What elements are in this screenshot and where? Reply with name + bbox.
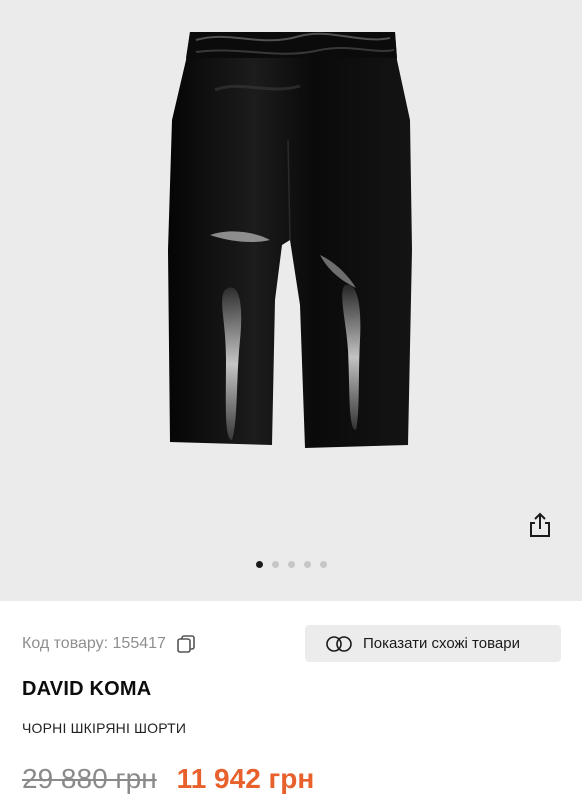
show-similar-label: Показати схожі товари [363, 635, 520, 652]
similar-icon [325, 635, 353, 653]
gallery-dot[interactable] [271, 561, 279, 568]
gallery-dot[interactable] [319, 561, 327, 568]
brand-name[interactable]: DAVID KOMA [22, 678, 151, 701]
copy-button[interactable] [176, 633, 198, 655]
sku-row: Код товару: 155417 [22, 632, 198, 656]
copy-icon [177, 635, 195, 653]
old-price: 29 880 грн [22, 763, 157, 794]
gallery-dot[interactable] [255, 561, 263, 568]
sku-label: Код товару: 155417 [22, 635, 166, 652]
gallery-dot[interactable] [287, 561, 295, 568]
product-gallery[interactable] [0, 0, 582, 601]
share-button[interactable] [523, 508, 557, 542]
share-icon [530, 512, 550, 537]
sale-price: 11 942 грн [176, 763, 315, 794]
gallery-pagination [0, 561, 582, 569]
price-block: 29 880 грн 11 942 грн [22, 763, 314, 795]
product-name: ЧОРНІ ШКІРЯНІ ШОРТИ [22, 720, 187, 736]
show-similar-button[interactable]: Показати схожі товари [305, 625, 561, 662]
product-image[interactable] [0, 0, 582, 601]
gallery-dot[interactable] [303, 561, 311, 568]
